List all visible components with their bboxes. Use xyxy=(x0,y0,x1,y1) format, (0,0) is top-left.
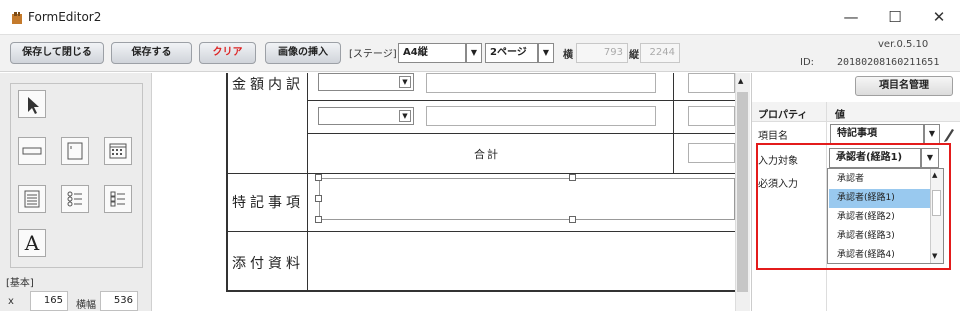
resize-handle[interactable] xyxy=(315,216,322,223)
amount-breakdown-label: 金額内訳 xyxy=(232,77,304,93)
title-bar xyxy=(0,0,960,34)
version-text: ver.0.5.10 xyxy=(878,39,929,50)
total-label: 合計 xyxy=(474,148,500,161)
chevron-down-icon[interactable]: ▼ xyxy=(466,43,482,63)
attachments-label: 添付資料 xyxy=(232,256,304,272)
table-border-left xyxy=(226,73,228,291)
width-field[interactable]: 793 xyxy=(576,43,628,63)
x-label: x xyxy=(8,296,14,307)
label-tool-icon[interactable]: A xyxy=(18,229,46,257)
table-border-bottom xyxy=(226,290,736,292)
property-column-header: プロパティ xyxy=(758,110,808,121)
item-name-manage-button[interactable]: 項目名管理 xyxy=(855,76,953,96)
amount-select[interactable]: ▼ xyxy=(318,73,414,91)
window-title: FormEditor2 xyxy=(28,10,102,24)
chevron-down-icon[interactable]: ▼ xyxy=(538,43,554,63)
page-count-select[interactable]: 2ページ xyxy=(485,43,538,63)
height-label: 縦 xyxy=(629,50,639,61)
resize-handle[interactable] xyxy=(569,216,576,223)
width-field[interactable]: 536 xyxy=(100,291,138,311)
app-icon xyxy=(12,12,22,24)
calendar-tool-icon[interactable] xyxy=(104,137,132,165)
save-and-close-button[interactable]: 保存して閉じる xyxy=(10,42,104,64)
save-button[interactable]: 保存する xyxy=(111,42,192,64)
table-row-line xyxy=(227,231,736,232)
item-name-select[interactable]: 特記事項 xyxy=(830,124,924,144)
x-field[interactable]: 165 xyxy=(30,291,68,311)
amount-input[interactable] xyxy=(426,106,656,126)
width-label: 横幅 xyxy=(76,300,96,311)
resize-handle[interactable] xyxy=(569,174,576,181)
chevron-down-icon[interactable]: ▼ xyxy=(924,124,940,144)
checkbox-list-tool-icon[interactable] xyxy=(104,185,132,213)
table-divider xyxy=(673,73,674,173)
radio-list-tool-icon[interactable] xyxy=(61,185,89,213)
amount-value-input[interactable] xyxy=(688,106,735,126)
pencil-icon[interactable] xyxy=(942,124,956,144)
paper-size-select[interactable]: A4縦 xyxy=(398,43,466,63)
id-value: 20180208160211651 xyxy=(837,57,940,68)
special-notes-label: 特記事項 xyxy=(232,195,304,211)
chevron-down-icon: ▼ xyxy=(399,110,411,122)
property-label-item-name: 項目名 xyxy=(758,131,788,142)
amount-select[interactable]: ▼ xyxy=(318,107,414,125)
table-row-line xyxy=(308,133,736,134)
maximize-button[interactable]: ☐ xyxy=(880,6,910,28)
total-value-input[interactable] xyxy=(688,143,735,163)
amount-input[interactable] xyxy=(426,73,656,93)
id-label: ID: xyxy=(800,57,815,68)
table-divider xyxy=(307,73,308,291)
width-label: 横 xyxy=(563,50,573,61)
textarea-tool-icon[interactable] xyxy=(61,137,89,165)
clear-button[interactable]: クリア xyxy=(199,42,256,64)
list-box-tool-icon[interactable] xyxy=(18,185,46,213)
table-row-line xyxy=(308,100,736,101)
value-column-header: 値 xyxy=(835,110,845,121)
minimize-button[interactable]: — xyxy=(836,6,866,28)
close-button[interactable]: ✕ xyxy=(924,6,954,28)
stage-label: [ステージ] xyxy=(349,49,397,60)
resize-handle[interactable] xyxy=(315,195,322,202)
amount-value-input[interactable] xyxy=(688,73,735,93)
resize-handle[interactable] xyxy=(315,174,322,181)
textbox-tool-icon[interactable] xyxy=(18,137,46,165)
height-field[interactable]: 2244 xyxy=(640,43,680,63)
chevron-down-icon: ▼ xyxy=(399,76,411,88)
special-notes-field[interactable] xyxy=(319,178,735,220)
insert-image-button[interactable]: 画像の挿入 xyxy=(265,42,341,64)
palette-section-label: [基本] xyxy=(6,278,34,289)
pointer-tool-icon[interactable] xyxy=(18,90,46,118)
scrollbar-thumb[interactable] xyxy=(737,92,748,292)
scroll-up-icon[interactable]: ▲ xyxy=(738,77,743,85)
highlight-frame xyxy=(756,143,951,270)
table-row-line xyxy=(227,173,736,174)
